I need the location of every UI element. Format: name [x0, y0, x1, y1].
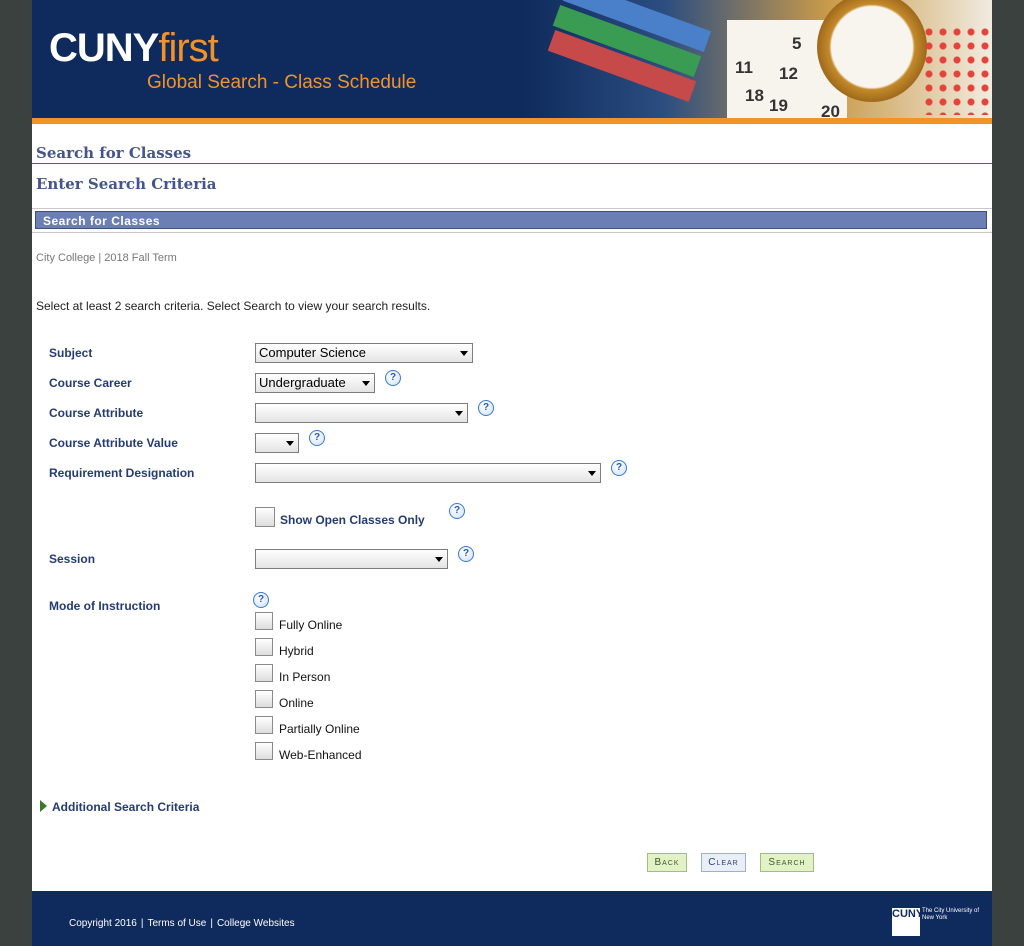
- mode-option-label: Online: [279, 696, 314, 710]
- help-icon[interactable]: ?: [309, 430, 325, 446]
- course-attribute-select[interactable]: [255, 403, 468, 423]
- mode-option-label: In Person: [279, 670, 331, 684]
- cuny-logo: CUNY: [892, 908, 923, 936]
- copyright-text: Copyright 2016: [69, 918, 137, 929]
- subject-select-value: Computer Science: [259, 345, 366, 360]
- calendar-number: 19: [769, 96, 788, 115]
- requirement-designation-label: Requirement Designation: [49, 466, 195, 480]
- search-button[interactable]: Search: [760, 853, 814, 872]
- back-button[interactable]: Back: [647, 853, 687, 872]
- subject-select[interactable]: Computer Science: [255, 343, 473, 363]
- help-icon[interactable]: ?: [611, 460, 627, 476]
- course-attribute-value-label: Course Attribute Value: [49, 436, 178, 450]
- page-container: 5 11 12 18 19 20 CUNYfirst Global Search…: [32, 0, 992, 946]
- open-classes-checkbox[interactable]: [255, 507, 275, 527]
- banner-accent-bar: [32, 118, 992, 124]
- mode-option-label: Partially Online: [279, 722, 360, 736]
- subject-label: Subject: [49, 346, 93, 360]
- dropdown-arrow-icon: [362, 381, 370, 386]
- footer: Copyright 2016 | Terms of Use | College Webs…: [32, 891, 992, 946]
- app-subtitle: Global Search - Class Schedule: [147, 72, 417, 93]
- header-banner: 5 11 12 18 19 20 CUNYfirst Global Search…: [32, 0, 992, 118]
- calendar-number: 11: [735, 58, 753, 77]
- mode-hybrid-checkbox[interactable]: [255, 638, 273, 656]
- mode-web-enhanced-checkbox[interactable]: [255, 742, 273, 760]
- divider: [32, 208, 992, 209]
- calendar-number: 12: [779, 64, 798, 83]
- course-attribute-label: Course Attribute: [49, 406, 144, 420]
- session-label: Session: [49, 552, 96, 566]
- mode-option-label: Web-Enhanced: [279, 748, 362, 762]
- page-title: Search for Classes: [36, 144, 192, 162]
- course-career-label: Course Career: [49, 376, 132, 390]
- terms-of-use-link[interactable]: Terms of Use: [147, 918, 206, 929]
- course-career-select-value: Undergraduate: [259, 375, 346, 390]
- mode-option-label: Fully Online: [279, 618, 343, 632]
- help-icon[interactable]: ?: [478, 400, 494, 416]
- college-websites-link[interactable]: College Websites: [217, 918, 295, 929]
- dropdown-arrow-icon: [455, 411, 463, 416]
- calendar-number: 18: [745, 86, 764, 105]
- term-context: City College | 2018 Fall Term: [36, 252, 177, 264]
- section-header: Search for Classes: [35, 211, 987, 229]
- divider: [32, 232, 992, 233]
- mode-fully-online-checkbox[interactable]: [255, 612, 273, 630]
- course-career-select[interactable]: Undergraduate: [255, 373, 375, 393]
- help-icon[interactable]: ?: [385, 370, 401, 386]
- mode-of-instruction-label: Mode of Instruction: [49, 599, 161, 613]
- cunyfirst-logo: CUNYfirst: [49, 26, 219, 70]
- calendar-number: 5: [792, 34, 802, 53]
- dropdown-arrow-icon: [588, 471, 596, 476]
- dropdown-arrow-icon: [460, 351, 468, 356]
- dropdown-arrow-icon: [286, 441, 294, 446]
- help-icon[interactable]: ?: [449, 503, 465, 519]
- session-select[interactable]: [255, 549, 448, 569]
- requirement-designation-select[interactable]: [255, 463, 601, 483]
- help-icon[interactable]: ?: [253, 592, 269, 608]
- cuny-logo-text: The City University of New York: [922, 908, 980, 921]
- clear-button[interactable]: Clear: [701, 853, 746, 872]
- footer-links: Copyright 2016 | Terms of Use | College Webs…: [69, 918, 295, 929]
- dropdown-arrow-icon: [435, 557, 443, 562]
- help-icon[interactable]: ?: [458, 546, 474, 562]
- mode-in-person-checkbox[interactable]: [255, 664, 273, 682]
- mode-option-label: Hybrid: [279, 644, 314, 658]
- expand-triangle-icon: [40, 800, 47, 812]
- instructions-text: Select at least 2 search criteria. Selec…: [36, 299, 431, 313]
- open-classes-label: Show Open Classes Only: [280, 513, 425, 527]
- calendar-number: 20: [821, 102, 840, 118]
- title-divider: [32, 163, 992, 164]
- mode-partially-online-checkbox[interactable]: [255, 716, 273, 734]
- mode-online-checkbox[interactable]: [255, 690, 273, 708]
- dot-pattern: [922, 25, 992, 115]
- additional-search-criteria-toggle[interactable]: Additional Search Criteria: [40, 800, 199, 814]
- page-subtitle: Enter Search Criteria: [36, 175, 217, 193]
- course-attribute-value-select[interactable]: [255, 433, 299, 453]
- additional-search-criteria-label: Additional Search Criteria: [52, 800, 200, 814]
